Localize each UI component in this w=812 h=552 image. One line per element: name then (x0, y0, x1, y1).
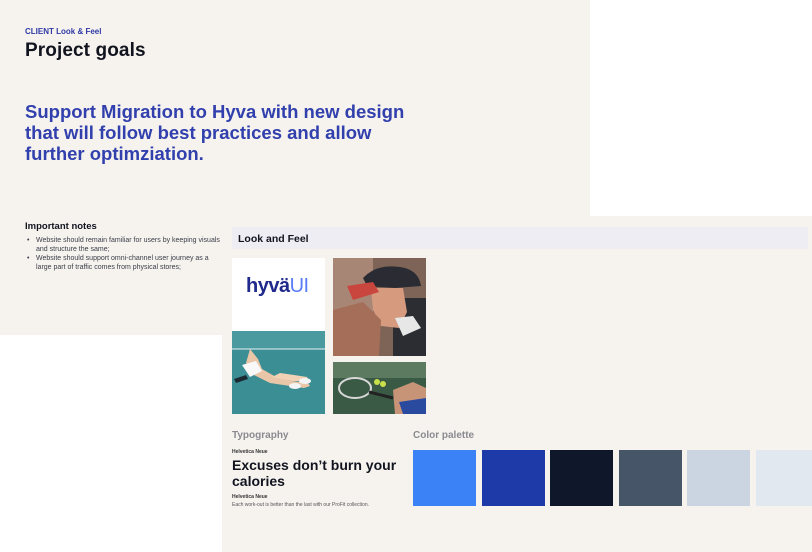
color-swatch (755, 450, 812, 506)
cyclist-drinking-photo (333, 258, 426, 356)
typography-label: Typography (232, 430, 289, 441)
font-name-heading: Helvetica Neue (232, 449, 268, 455)
tennis-racket-photo (333, 362, 426, 414)
color-swatch (687, 450, 750, 506)
font-name-body: Helvetica Neue (232, 494, 268, 500)
color-swatch (413, 450, 476, 506)
slide-look-and-feel: Look and Feel hyväUI Typography Helvetic… (222, 216, 812, 552)
typography-body-sample: Each work-out is better than the last wi… (232, 502, 370, 508)
page-title: Project goals (25, 40, 146, 61)
hyva-ui-logo-tile: hyväUI (232, 258, 325, 331)
color-swatch (481, 450, 545, 506)
note-item: Website should support omni-channel user… (25, 254, 225, 272)
look-feel-title: Look and Feel (238, 233, 309, 245)
color-palette-label: Color palette (413, 430, 475, 441)
notes-list: Website should remain familiar for users… (25, 236, 225, 281)
notes-heading: Important notes (25, 221, 97, 232)
color-swatch (618, 450, 682, 506)
hyva-ui-logo: hyväUI (246, 275, 309, 297)
goal-statement: Support Migration to Hyva with new desig… (25, 101, 405, 164)
look-feel-header: Look and Feel (232, 227, 808, 249)
typography-sample: Excuses don’t burn your calories (232, 457, 397, 489)
note-item: Website should remain familiar for users… (25, 236, 225, 254)
client-label: CLIENT Look & Feel (25, 27, 102, 36)
color-swatch (550, 450, 613, 506)
tennis-player-photo (232, 331, 325, 414)
